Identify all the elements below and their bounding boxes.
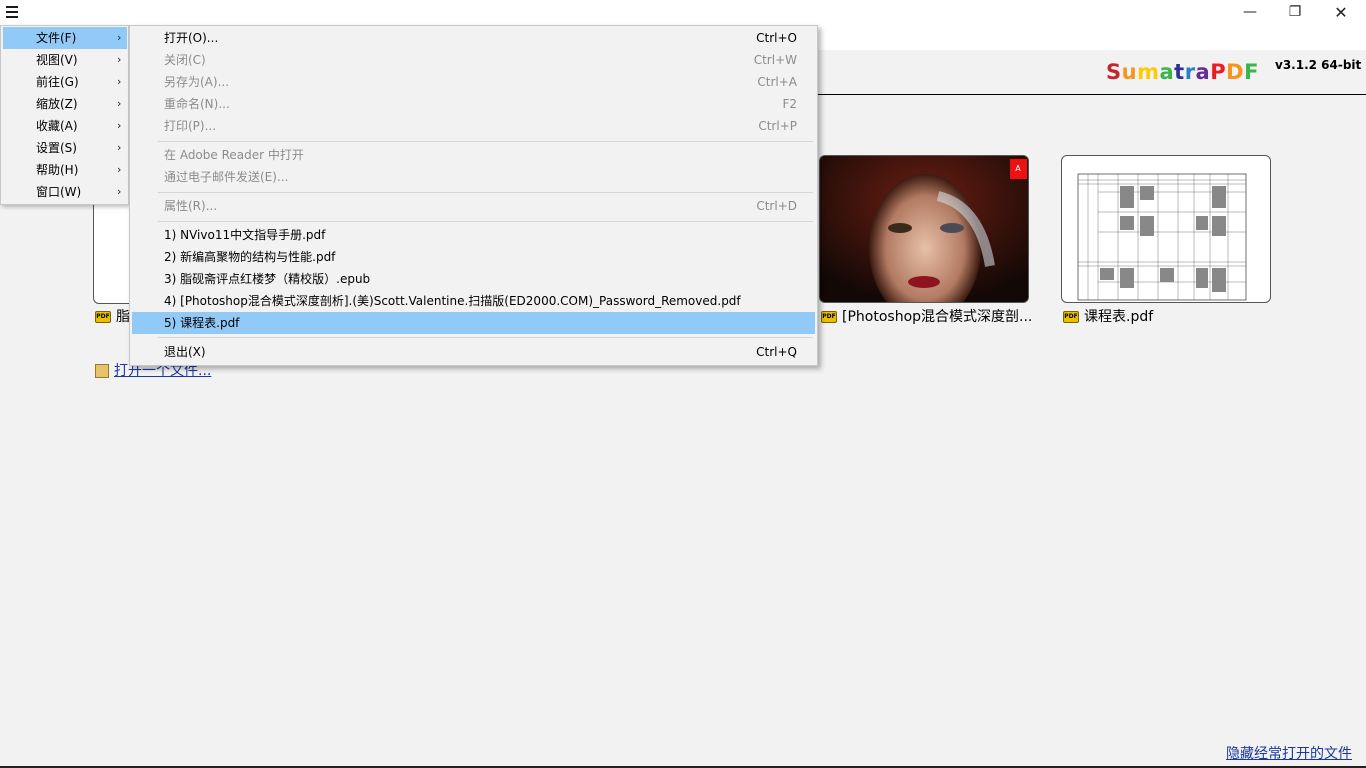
logo-letter: P [1210, 60, 1227, 84]
photoshop-cover-image: A [820, 156, 1028, 302]
menu-item-label: 重命名(N)... [164, 97, 230, 111]
logo-letter: a [1195, 60, 1211, 84]
menu-item-label: 帮助(H) [36, 163, 79, 177]
title-bar: — ❐ ✕ [0, 0, 1366, 24]
menu-item-label: 退出(X) [164, 345, 206, 359]
menu-item-view[interactable]: 视图(V) › [3, 49, 127, 71]
menu-item-label: 收藏(A) [36, 119, 78, 133]
app-version: v3.1.2 64-bit [1275, 58, 1362, 72]
chevron-right-icon: › [117, 163, 122, 176]
menu-item-label: 2) 新编高聚物的结构与性能.pdf [164, 250, 336, 264]
recent-thumbnail-4[interactable]: A [819, 155, 1029, 303]
menu-item-label: 打印(P)... [164, 119, 217, 133]
menu-shortcut: Ctrl+Q [756, 345, 797, 359]
menu-recent-1[interactable]: 1) NVivo11中文指导手册.pdf [132, 224, 815, 246]
menu-recent-2[interactable]: 2) 新编高聚物的结构与性能.pdf [132, 246, 815, 268]
menu-shortcut: Ctrl+A [757, 75, 797, 89]
logo-letter: D [1226, 60, 1245, 84]
menu-item-file[interactable]: 文件(F) › [3, 27, 127, 49]
main-menu: 文件(F) › 视图(V) › 前往(G) › 缩放(Z) › 收藏(A) › 设置(S)… [0, 25, 129, 205]
menu-item-label: 前往(G) [36, 75, 79, 89]
menu-separator [158, 141, 813, 142]
menu-properties[interactable]: 属性(R)... Ctrl+D [132, 195, 815, 217]
recent-caption-label: 课程表.pdf [1084, 309, 1154, 325]
menu-exit[interactable]: 退出(X) Ctrl+Q [132, 341, 815, 363]
menu-open-in-adobe[interactable]: 在 Adobe Reader 中打开 [132, 144, 815, 166]
close-button[interactable]: ✕ [1318, 0, 1364, 24]
svg-text:A: A [1015, 164, 1021, 173]
restore-button[interactable]: ❐ [1272, 0, 1318, 24]
menu-separator [158, 192, 813, 193]
menu-item-label: 视图(V) [36, 53, 78, 67]
menu-item-favorites[interactable]: 收藏(A) › [3, 115, 127, 137]
chevron-right-icon: › [117, 75, 122, 88]
recent-thumbnail-5[interactable] [1061, 155, 1271, 303]
folder-icon [95, 364, 109, 378]
logo-letter: S [1106, 60, 1122, 84]
recent-thumbnail-3[interactable] [93, 190, 133, 304]
menu-item-help[interactable]: 帮助(H) › [3, 159, 127, 181]
schedule-preview-image [1077, 173, 1247, 301]
menu-item-go[interactable]: 前往(G) › [3, 71, 127, 93]
chevron-right-icon: › [117, 31, 122, 44]
chevron-right-icon: › [117, 53, 122, 66]
menu-shortcut: Ctrl+P [758, 119, 797, 133]
menu-item-label: 在 Adobe Reader 中打开 [164, 148, 304, 162]
minimize-button[interactable]: — [1227, 0, 1273, 24]
menu-recent-4[interactable]: 4) [Photoshop混合模式深度剖析].(美)Scott.Valentin… [132, 290, 815, 312]
logo-letter: m [1137, 60, 1160, 84]
menu-shortcut: Ctrl+W [753, 53, 797, 67]
file-submenu: 打开(O)... Ctrl+O 关闭(C) Ctrl+W 另存为(A)... Ctrl… [129, 25, 818, 366]
menu-item-label: 打开(O)... [164, 31, 219, 45]
menu-separator [158, 337, 813, 338]
menu-close[interactable]: 关闭(C) Ctrl+W [132, 49, 815, 71]
menu-separator [158, 221, 813, 222]
chevron-right-icon: › [117, 97, 122, 110]
chevron-right-icon: › [117, 141, 122, 154]
logo-letter: u [1121, 60, 1138, 84]
menu-item-label: 4) [Photoshop混合模式深度剖析].(美)Scott.Valentin… [164, 294, 741, 308]
hide-recent-link[interactable]: 隐藏经常打开的文件 [1226, 743, 1352, 763]
menu-item-label: 缩放(Z) [36, 97, 78, 111]
pdf-file-icon: PDF [821, 311, 837, 323]
logo-letter: F [1244, 60, 1259, 84]
logo-letter: a [1159, 60, 1175, 84]
menu-rename[interactable]: 重命名(N)... F2 [132, 93, 815, 115]
menu-recent-5[interactable]: 5) 课程表.pdf [132, 312, 815, 334]
menu-recent-3[interactable]: 3) 脂砚斋评点红楼梦（精校版）.epub [132, 268, 815, 290]
menu-item-window[interactable]: 窗口(W) › [3, 181, 127, 203]
menu-shortcut: Ctrl+D [756, 199, 797, 213]
recent-caption-4[interactable]: PDF [Photoshop混合模式深度剖... [821, 306, 1032, 326]
menu-item-label: 3) 脂砚斋评点红楼梦（精校版）.epub [164, 272, 371, 286]
app-logo: SumatraPDF [1106, 60, 1259, 84]
logo-letter: t [1174, 60, 1185, 84]
menu-item-label: 另存为(A)... [164, 75, 230, 89]
menu-item-label: 通过电子邮件发送(E)... [164, 170, 289, 184]
chevron-right-icon: › [117, 185, 122, 198]
menu-item-label: 5) 课程表.pdf [164, 316, 240, 330]
pdf-file-icon: PDF [1063, 311, 1079, 323]
menu-print[interactable]: 打印(P)... Ctrl+P [132, 115, 815, 137]
menu-shortcut: F2 [782, 97, 797, 111]
menu-item-label: 文件(F) [36, 31, 77, 45]
menu-item-label: 1) NVivo11中文指导手册.pdf [164, 228, 326, 242]
menu-item-settings[interactable]: 设置(S) › [3, 137, 127, 159]
recent-caption-label: [Photoshop混合模式深度剖... [842, 309, 1033, 325]
menu-item-label: 设置(S) [36, 141, 77, 155]
menu-open[interactable]: 打开(O)... Ctrl+O [132, 27, 815, 49]
menu-item-label: 关闭(C) [164, 53, 206, 67]
recent-caption-5[interactable]: PDF 课程表.pdf [1063, 306, 1153, 326]
menu-item-zoom[interactable]: 缩放(Z) › [3, 93, 127, 115]
menu-icon[interactable] [2, 2, 22, 22]
menu-send-email[interactable]: 通过电子邮件发送(E)... [132, 166, 815, 188]
chevron-right-icon: › [117, 119, 122, 132]
recent-caption-3[interactable]: PDF 脂 [95, 306, 130, 326]
menu-item-label: 属性(R)... [164, 199, 218, 213]
menu-item-label: 窗口(W) [36, 185, 82, 199]
logo-letter: r [1184, 60, 1196, 84]
recent-caption-label: 脂 [116, 309, 130, 325]
pdf-file-icon: PDF [95, 311, 111, 323]
menu-save-as[interactable]: 另存为(A)... Ctrl+A [132, 71, 815, 93]
menu-shortcut: Ctrl+O [756, 31, 797, 45]
